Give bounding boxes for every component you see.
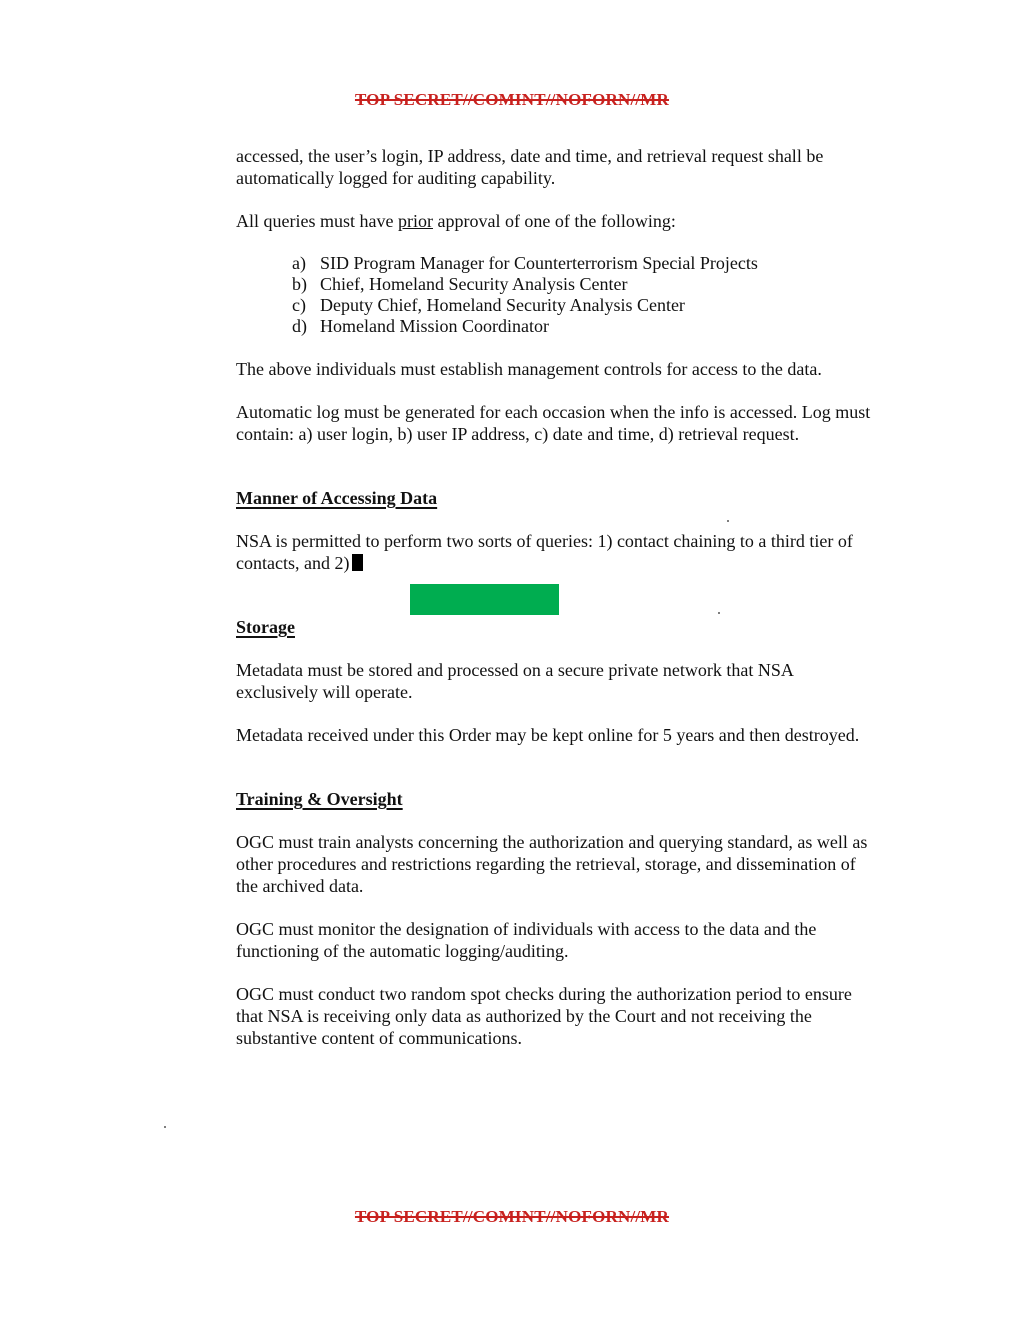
paragraph-access-logging: accessed, the user’s login, IP address, … bbox=[236, 146, 824, 188]
classification-header: TOP SECRET//COMINT//NOFORN//MR bbox=[354, 90, 670, 109]
paragraph-automatic-log: Automatic log must be generated for each… bbox=[236, 402, 871, 444]
redaction-green-box bbox=[410, 584, 559, 615]
classification-footer: TOP SECRET//COMINT//NOFORN//MR bbox=[354, 1207, 670, 1226]
heading-storage: Storage bbox=[236, 617, 295, 637]
approver-item: a) SID Program Manager for Counterterrori… bbox=[236, 253, 876, 274]
approver-item: b) Chief, Homeland Security Analysis Cent… bbox=[236, 274, 876, 295]
approver-text: Deputy Chief, Homeland Security Analysis… bbox=[320, 295, 685, 315]
paragraph-spot-checks: OGC must conduct two random spot checks … bbox=[236, 984, 852, 1048]
approver-marker: b) bbox=[292, 274, 307, 294]
heading-manner-of-accessing-data: Manner of Accessing Data bbox=[236, 488, 438, 508]
paragraph-management-controls: The above individuals must establish man… bbox=[236, 359, 822, 379]
paragraph-query-types: NSA is permitted to perform two sorts of… bbox=[236, 530, 876, 574]
prior-approval-text-end: approval of one of the following: bbox=[432, 211, 676, 231]
approver-marker: a) bbox=[292, 253, 306, 273]
approver-text: SID Program Manager for Counterterrorism… bbox=[320, 253, 758, 273]
paragraph-prior-approval: All queries must have prior approval of … bbox=[236, 210, 876, 232]
approver-item: d) Homeland Mission Coordinator bbox=[236, 316, 876, 337]
approver-marker: d) bbox=[292, 316, 307, 336]
paragraph-storage-retention: Metadata received under this Order may b… bbox=[236, 725, 860, 745]
scan-speck bbox=[727, 520, 729, 522]
approver-list: a) SID Program Manager for Counterterrori… bbox=[236, 253, 876, 337]
approver-text: Homeland Mission Coordinator bbox=[320, 316, 549, 336]
redaction-black-box bbox=[352, 554, 364, 571]
query-types-text: NSA is permitted to perform two sorts of… bbox=[236, 531, 853, 573]
approver-item: c) Deputy Chief, Homeland Security Analys… bbox=[236, 295, 876, 316]
scan-speck bbox=[718, 612, 720, 614]
heading-training-oversight: Training & Oversight bbox=[236, 789, 403, 809]
paragraph-storage-network: Metadata must be stored and processed on… bbox=[236, 660, 793, 702]
paragraph-training: OGC must train analysts concerning the a… bbox=[236, 832, 868, 896]
paragraph-monitoring: OGC must monitor the designation of indi… bbox=[236, 919, 817, 961]
prior-emphasis: prior bbox=[397, 211, 433, 231]
approver-marker: c) bbox=[292, 295, 306, 315]
approver-text: Chief, Homeland Security Analysis Center bbox=[320, 274, 628, 294]
scan-speck bbox=[164, 1126, 166, 1128]
prior-approval-text-start: All queries must have bbox=[236, 211, 398, 231]
document-page: TOP SECRET//COMINT//NOFORN//MR accessed,… bbox=[0, 0, 1024, 1325]
